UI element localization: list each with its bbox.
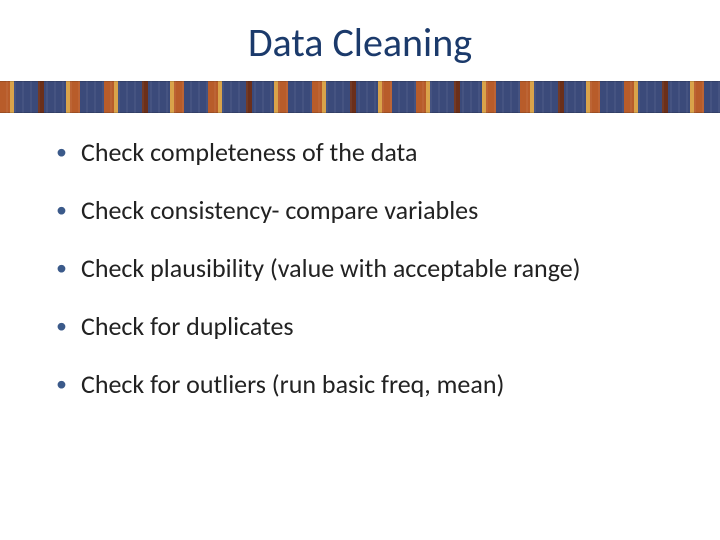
list-item: • Check plausibility (value with accepta… bbox=[56, 253, 680, 283]
bullet-text: Check completeness of the data bbox=[81, 137, 417, 167]
bullet-icon: • bbox=[56, 311, 67, 341]
bullet-text: Check consistency- compare variables bbox=[81, 195, 478, 225]
bullet-list: • Check completeness of the data • Check… bbox=[0, 113, 720, 399]
bullet-text: Check for outliers (run basic freq, mean… bbox=[81, 369, 504, 399]
slide: Data Cleaning • Check completeness of th… bbox=[0, 0, 720, 540]
bullet-icon: • bbox=[56, 137, 67, 167]
list-item: • Check consistency- compare variables bbox=[56, 195, 680, 225]
decorative-divider bbox=[0, 81, 720, 113]
slide-title: Data Cleaning bbox=[0, 0, 720, 81]
list-item: • Check completeness of the data bbox=[56, 137, 680, 167]
bullet-icon: • bbox=[56, 369, 67, 399]
bullet-icon: • bbox=[56, 195, 67, 225]
list-item: • Check for duplicates bbox=[56, 311, 680, 341]
bullet-text: Check for duplicates bbox=[81, 311, 294, 341]
bullet-icon: • bbox=[56, 253, 67, 283]
list-item: • Check for outliers (run basic freq, me… bbox=[56, 369, 680, 399]
bullet-text: Check plausibility (value with acceptabl… bbox=[81, 253, 581, 283]
